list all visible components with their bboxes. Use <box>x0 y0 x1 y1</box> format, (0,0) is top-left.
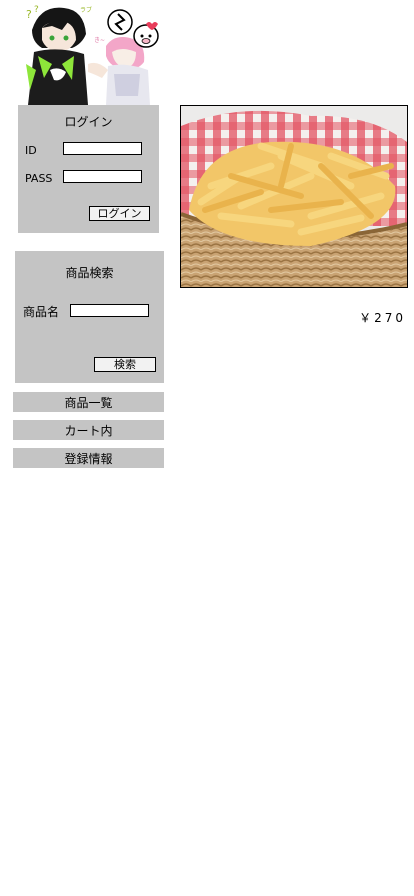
product-name-input[interactable] <box>70 304 149 317</box>
svg-text:き~: き~ <box>94 37 105 44</box>
french-fries-photo <box>181 106 407 287</box>
header-illustration: ? ? ラブ き~ <box>22 0 162 105</box>
search-title: 商品検索 <box>65 266 114 280</box>
svg-text:?: ? <box>34 5 39 15</box>
product-search-panel: 商品検索 商品名 検索 <box>15 251 164 383</box>
product-price: ￥270 <box>359 311 406 325</box>
svg-text:?: ? <box>26 8 32 21</box>
nav-product-list[interactable]: 商品一覧 <box>13 392 164 412</box>
login-id-input[interactable] <box>63 142 142 155</box>
login-pass-input[interactable] <box>63 170 142 183</box>
login-id-label: ID <box>25 144 37 157</box>
nav-registration-info[interactable]: 登録情報 <box>13 448 164 468</box>
login-pass-label: PASS <box>25 172 53 185</box>
search-button[interactable]: 検索 <box>94 357 156 372</box>
login-title: ログイン <box>64 115 113 129</box>
login-panel: ログイン ID PASS ログイン <box>18 105 159 233</box>
nav-cart[interactable]: カート内 <box>13 420 164 440</box>
login-button[interactable]: ログイン <box>89 206 150 221</box>
svg-text:ラブ: ラブ <box>80 6 92 14</box>
product-name-label: 商品名 <box>23 305 60 319</box>
product-image[interactable] <box>180 105 408 288</box>
